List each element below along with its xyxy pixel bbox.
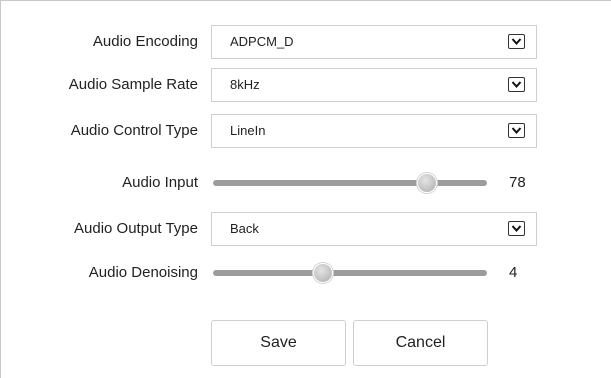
audio-input-slider[interactable] [213,173,487,193]
audio-control-type-label: Audio Control Type [70,122,198,139]
chevron-down-icon [511,38,522,46]
audio-denoising-row: Audio Denoising 4 [1,253,611,293]
slider-track[interactable] [213,180,487,186]
save-button[interactable]: Save [211,320,346,366]
audio-control-type-value: LineIn [230,123,266,138]
audio-input-row: Audio Input 78 [1,163,611,203]
cancel-button[interactable]: Cancel [353,320,488,366]
audio-control-type-row: Audio Control Type LineIn [1,111,611,151]
audio-output-type-row: Audio Output Type Back [1,209,611,249]
audio-sample-rate-label: Audio Sample Rate [68,76,198,93]
chevron-down-icon [511,127,522,135]
audio-sample-rate-row: Audio Sample Rate 8kHz [1,65,611,105]
audio-output-type-value: Back [230,221,259,236]
audio-input-label: Audio Input [122,174,198,191]
dropdown-arrow-icon[interactable] [508,34,525,49]
slider-thumb[interactable] [416,173,437,193]
dropdown-arrow-icon[interactable] [508,221,525,236]
audio-encoding-value: ADPCM_D [230,34,294,49]
audio-sample-rate-value: 8kHz [230,77,260,92]
audio-sample-rate-select[interactable]: 8kHz [211,68,537,102]
audio-settings-panel: Audio Encoding ADPCM_D Audio Sample Rate… [0,0,611,378]
audio-input-value: 78 [509,174,526,191]
dropdown-arrow-icon[interactable] [508,77,525,92]
audio-denoising-value: 4 [509,264,518,281]
audio-encoding-select[interactable]: ADPCM_D [211,25,537,59]
audio-encoding-label: Audio Encoding [92,33,198,50]
audio-output-type-select[interactable]: Back [211,212,537,246]
audio-denoising-label: Audio Denoising [88,264,198,281]
audio-denoising-slider[interactable] [213,263,487,283]
dropdown-arrow-icon[interactable] [508,123,525,138]
slider-thumb[interactable] [312,263,333,283]
chevron-down-icon [511,225,522,233]
chevron-down-icon [511,81,522,89]
audio-control-type-select[interactable]: LineIn [211,114,537,148]
audio-output-type-label: Audio Output Type [74,220,198,237]
slider-track[interactable] [213,270,487,276]
audio-encoding-row: Audio Encoding ADPCM_D [1,22,611,62]
